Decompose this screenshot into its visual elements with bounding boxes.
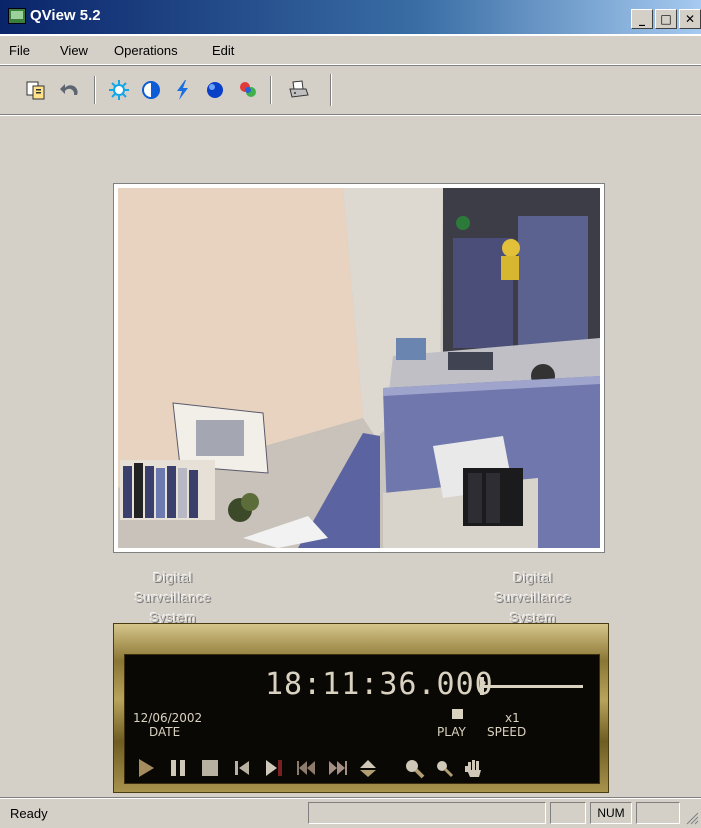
playback-display: 18:11:36.000 12/06/2002 DATE PLAY x1 SPE… bbox=[124, 654, 600, 784]
watermark-caption-right: Digital Surveillance System bbox=[468, 568, 598, 628]
caption-line: Digital bbox=[153, 570, 193, 585]
window-controls: _ □ ✕ bbox=[629, 9, 701, 29]
maximize-button[interactable]: □ bbox=[655, 9, 677, 29]
window-title: QView 5.2 bbox=[30, 7, 101, 24]
mode-label: PLAY bbox=[437, 725, 466, 739]
date-label: DATE bbox=[149, 725, 181, 739]
close-button[interactable]: ✕ bbox=[679, 9, 701, 29]
settings-icon[interactable] bbox=[236, 78, 260, 102]
sharpen-icon[interactable] bbox=[171, 78, 195, 102]
playback-panel: 18:11:36.000 12/06/2002 DATE PLAY x1 SPE… bbox=[113, 623, 609, 793]
toolbar-separator bbox=[270, 76, 271, 104]
speed-value: x1 bbox=[505, 711, 520, 725]
pause-icon[interactable] bbox=[167, 757, 189, 779]
print-icon[interactable] bbox=[286, 78, 310, 102]
toolbar-end bbox=[330, 74, 331, 106]
play-icon[interactable] bbox=[135, 757, 157, 779]
status-pane-caps bbox=[550, 802, 586, 824]
minimize-button[interactable]: _ bbox=[631, 9, 653, 29]
menu-edit[interactable]: Edit bbox=[212, 43, 234, 58]
eject-icon[interactable] bbox=[357, 757, 379, 779]
previous-icon[interactable] bbox=[231, 757, 253, 779]
watermark-caption-left: Digital Surveillance System bbox=[108, 568, 238, 628]
toolbar-separator bbox=[94, 76, 95, 104]
color-icon[interactable] bbox=[203, 78, 227, 102]
zoom-in-icon[interactable] bbox=[403, 757, 425, 779]
status-pane-progress bbox=[308, 802, 546, 824]
menu-bar: File View Operations Edit bbox=[0, 36, 701, 65]
speed-label: SPEED bbox=[487, 725, 527, 739]
menu-operations[interactable]: Operations bbox=[114, 43, 178, 58]
toolbar bbox=[0, 66, 701, 115]
status-bar: Ready NUM bbox=[0, 798, 701, 828]
undo-icon[interactable] bbox=[58, 78, 82, 102]
brightness-icon[interactable] bbox=[107, 78, 131, 102]
menu-view[interactable]: View bbox=[60, 43, 88, 58]
status-pane-num: NUM bbox=[590, 802, 632, 824]
rewind-icon[interactable] bbox=[295, 757, 317, 779]
video-display[interactable] bbox=[118, 188, 600, 548]
fast-forward-icon[interactable] bbox=[327, 757, 349, 779]
title-bar: QView 5.2 _ □ ✕ bbox=[0, 0, 701, 36]
status-text: Ready bbox=[10, 806, 48, 821]
menu-file[interactable]: File bbox=[9, 43, 30, 58]
caption-line: Digital bbox=[513, 570, 553, 585]
copy-icon[interactable] bbox=[24, 78, 48, 102]
step-forward-icon[interactable] bbox=[263, 757, 285, 779]
play-mode-indicator bbox=[452, 709, 463, 719]
pan-hand-icon[interactable] bbox=[463, 757, 485, 779]
resize-grip-icon[interactable] bbox=[685, 811, 699, 825]
timecode-display: 18:11:36.000 bbox=[265, 667, 494, 702]
date-value: 12/06/2002 bbox=[133, 711, 203, 725]
status-pane-scroll bbox=[636, 802, 680, 824]
caption-line: Surveillance bbox=[134, 590, 212, 605]
time-slider[interactable] bbox=[483, 685, 583, 688]
app-icon[interactable] bbox=[8, 8, 26, 24]
stop-icon[interactable] bbox=[199, 757, 221, 779]
zoom-out-icon[interactable] bbox=[433, 757, 455, 779]
caption-line: Surveillance bbox=[494, 590, 572, 605]
video-frame bbox=[113, 183, 605, 553]
contrast-icon[interactable] bbox=[139, 78, 163, 102]
